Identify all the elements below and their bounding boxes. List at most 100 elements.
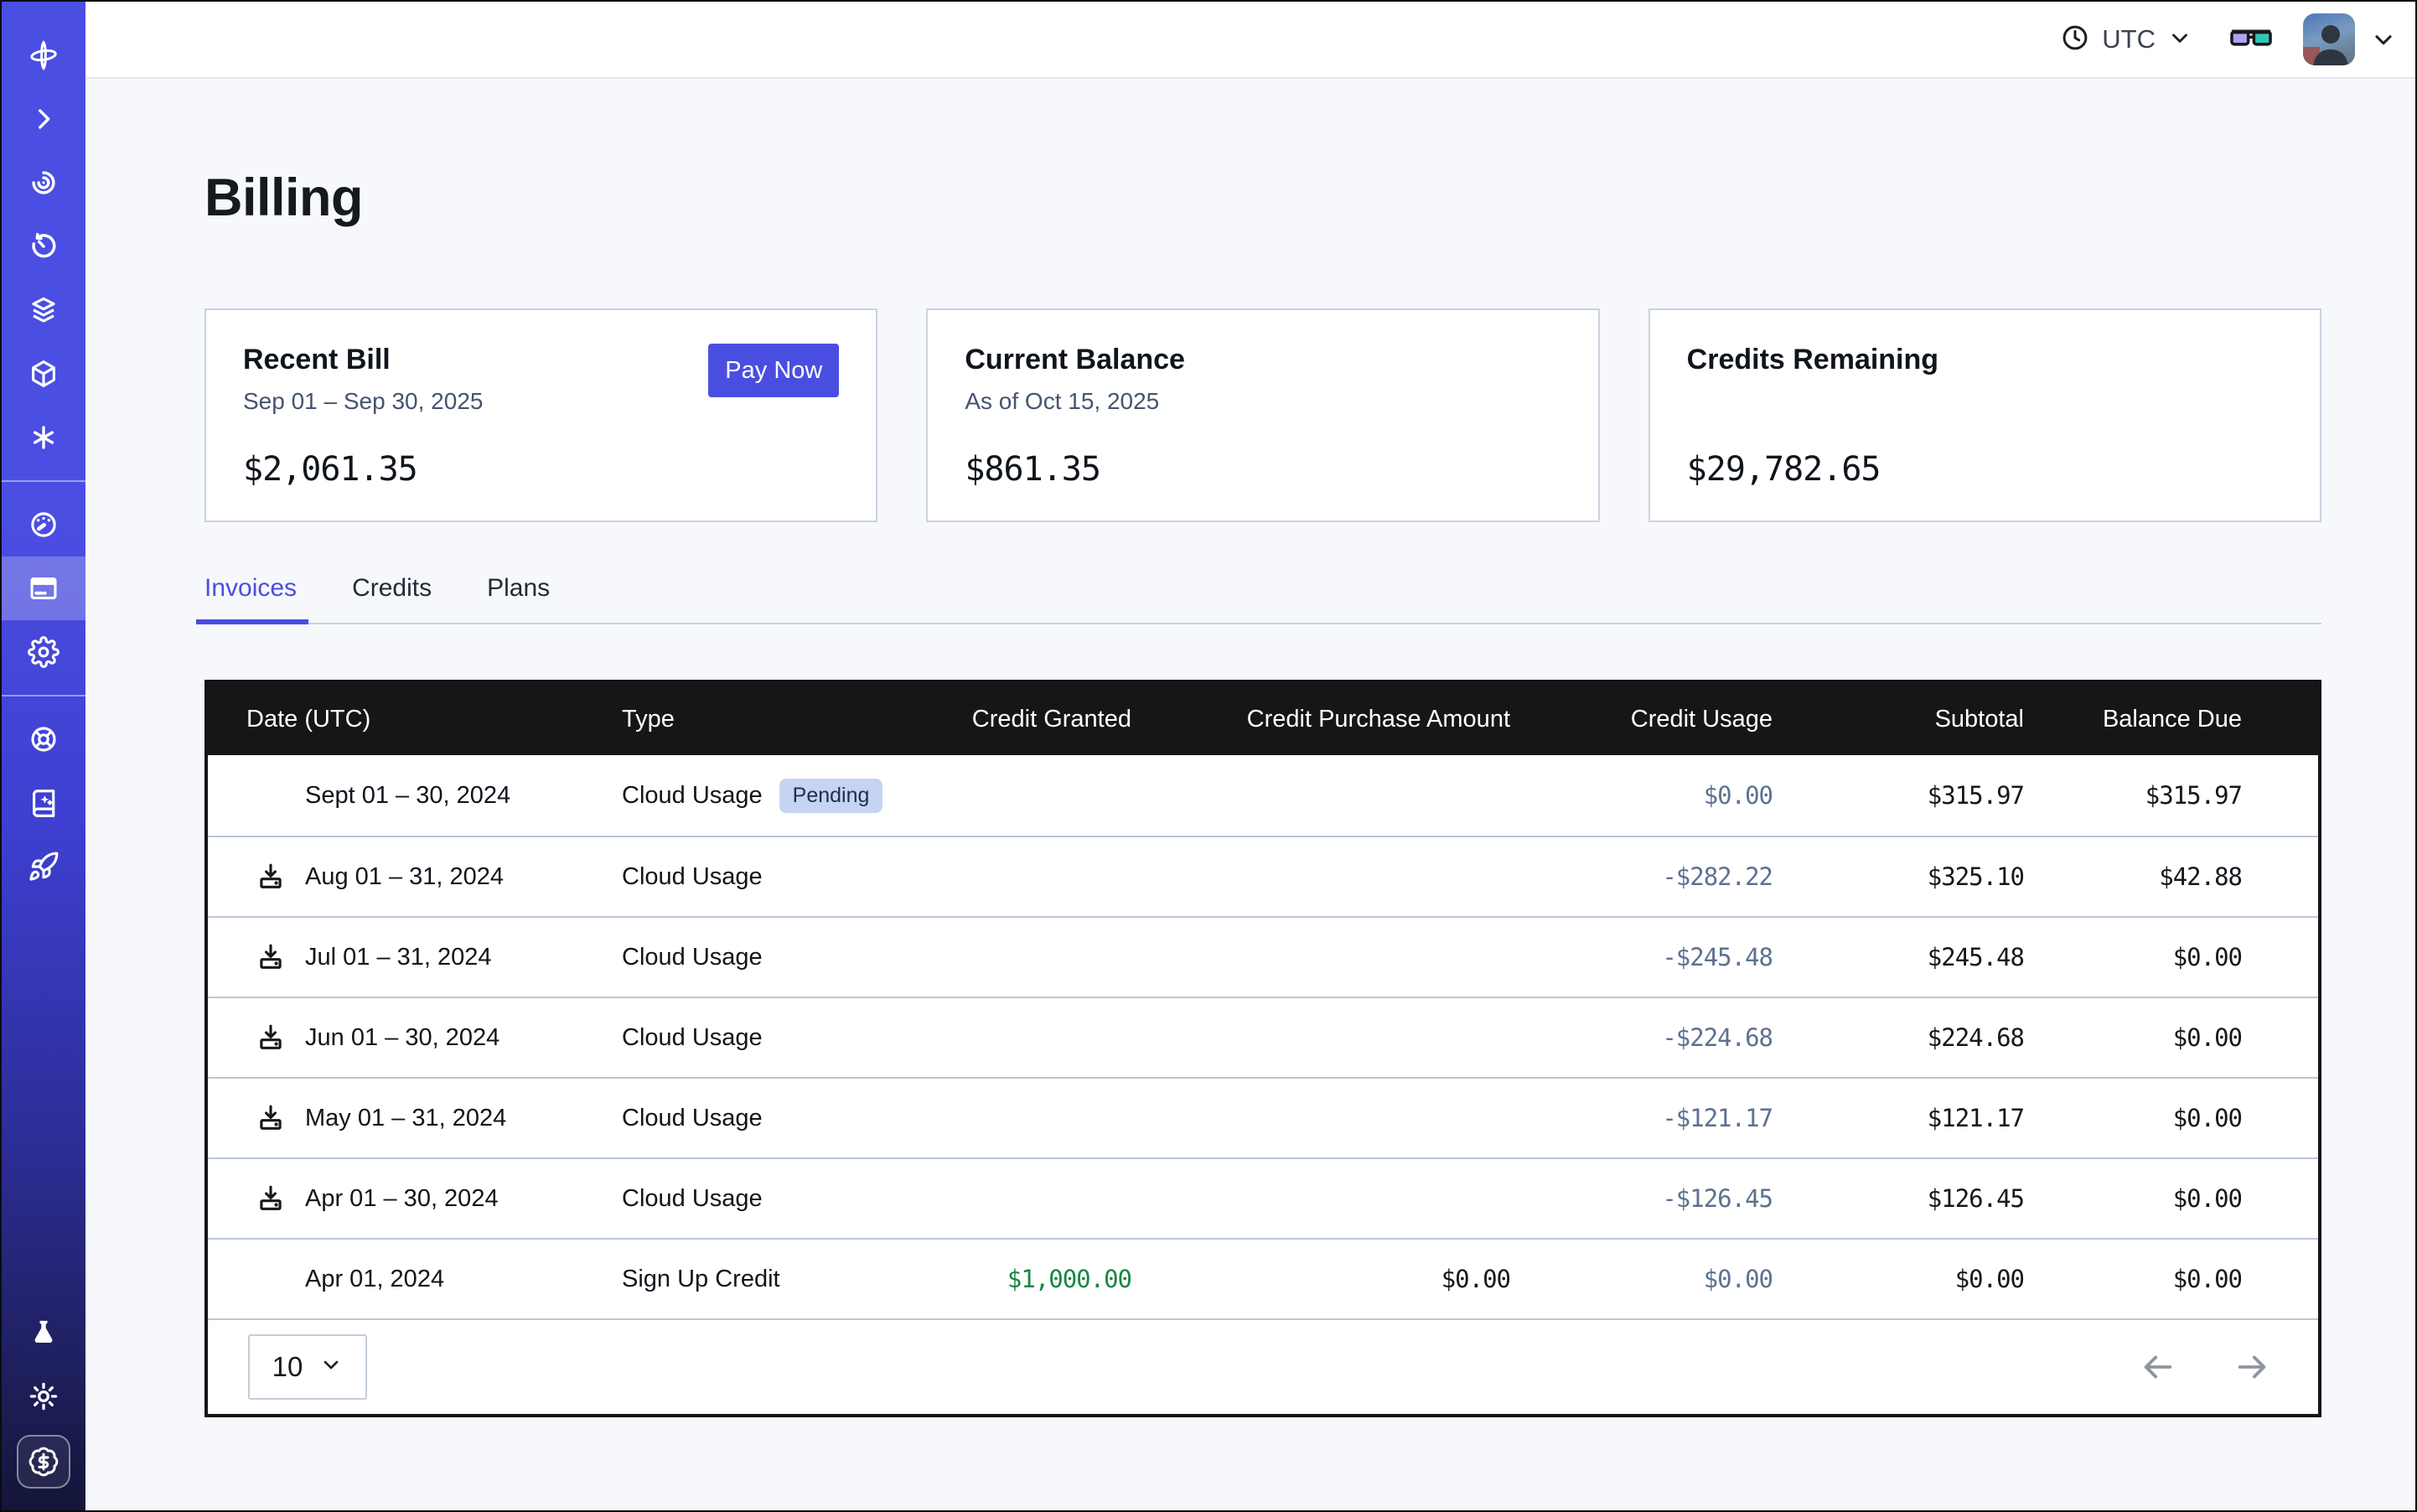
invoice-date: Apr 01 – 30, 2024 xyxy=(305,1185,499,1213)
column-header-credit-usage: Credit Usage xyxy=(1510,706,1773,733)
page-content: Billing Recent Bill Sep 01 – Sep 30, 202… xyxy=(85,79,2415,1510)
tab-invoices[interactable]: Invoices xyxy=(204,574,297,623)
column-header-type: Type xyxy=(622,706,915,733)
credit-usage-value: -$121.17 xyxy=(1510,1104,1773,1132)
card-title: Current Balance xyxy=(965,344,1560,376)
sidebar-divider xyxy=(2,480,85,482)
invoice-date: Apr 01, 2024 xyxy=(305,1266,444,1293)
sidebar-item-docs[interactable] xyxy=(2,771,85,835)
card-subtitle: As of Oct 15, 2025 xyxy=(965,388,1560,415)
download-slot-empty xyxy=(255,1263,287,1295)
modal-logo-icon xyxy=(27,39,60,72)
credit-usage-value: $0.00 xyxy=(1510,781,1773,810)
download-invoice-button[interactable] xyxy=(255,1183,287,1214)
credit-usage-value: -$224.68 xyxy=(1510,1023,1773,1052)
avatar[interactable] xyxy=(2303,13,2355,65)
credit-usage-value: -$282.22 xyxy=(1510,862,1773,891)
sidebar-item-logo[interactable] xyxy=(2,23,85,87)
card-title: Credits Remaining xyxy=(1687,344,2283,376)
invoice-type: Cloud Usage xyxy=(622,1105,763,1132)
table-row: Jun 01 – 30, 2024 Cloud Usage -$224.68 $… xyxy=(208,997,2318,1077)
sidebar-item-support[interactable] xyxy=(2,707,85,771)
credit-usage-value: $0.00 xyxy=(1510,1265,1773,1293)
subtotal-value: $126.45 xyxy=(1773,1184,2024,1213)
cube-icon xyxy=(28,358,60,390)
sidebar-item-cube[interactable] xyxy=(2,342,85,406)
invoice-date: Jul 01 – 31, 2024 xyxy=(305,944,492,971)
download-invoice-button[interactable] xyxy=(255,861,287,893)
sidebar-bottom-group xyxy=(2,1301,85,1510)
current-balance-amount: $861.35 xyxy=(965,450,1100,489)
credits-badge-button[interactable] xyxy=(17,1435,70,1489)
sidebar-item-usage[interactable] xyxy=(2,493,85,557)
column-header-balance-due: Balance Due xyxy=(2024,706,2242,733)
subtotal-value: $0.00 xyxy=(1773,1265,2024,1293)
invoice-type: Sign Up Credit xyxy=(622,1266,780,1293)
chevron-down-icon xyxy=(319,1351,343,1383)
credits-remaining-card: Credits Remaining $29,782.65 xyxy=(1648,308,2321,522)
invoice-type: Cloud Usage xyxy=(622,782,763,810)
invoice-date: May 01 – 31, 2024 xyxy=(305,1105,506,1132)
timezone-selector[interactable]: UTC xyxy=(2060,23,2192,57)
flask-icon xyxy=(28,1318,59,1348)
sidebar xyxy=(2,2,85,1510)
balance-due-value: $315.97 xyxy=(2024,781,2242,810)
chevron-down-icon xyxy=(2167,25,2192,54)
rocket-icon xyxy=(28,851,60,883)
main-area: UTC xyxy=(85,2,2415,1510)
timezone-label: UTC xyxy=(2102,24,2156,54)
page-size-value: 10 xyxy=(272,1351,303,1383)
invoice-type: Cloud Usage xyxy=(622,863,763,891)
sidebar-item-timer[interactable] xyxy=(2,215,85,278)
recent-bill-amount: $2,061.35 xyxy=(243,450,417,489)
download-invoice-button[interactable] xyxy=(255,1022,287,1054)
download-slot-empty xyxy=(255,779,287,811)
sidebar-item-experiments[interactable] xyxy=(2,1301,85,1364)
invoice-type: Cloud Usage xyxy=(622,944,763,971)
invoices-table: Date (UTC) Type Credit Granted Credit Pu… xyxy=(204,680,2321,1417)
sidebar-item-layers[interactable] xyxy=(2,278,85,342)
subtotal-value: $121.17 xyxy=(1773,1104,2024,1132)
balance-due-value: $0.00 xyxy=(2024,943,2242,971)
balance-due-value: $0.00 xyxy=(2024,1184,2242,1213)
observability-icon xyxy=(28,167,60,199)
current-balance-card: Current Balance As of Oct 15, 2025 $861.… xyxy=(926,308,1599,522)
previous-page-button[interactable] xyxy=(2139,1348,2177,1386)
pagination-bar: 10 xyxy=(208,1318,2318,1414)
tab-plans[interactable]: Plans xyxy=(487,574,550,623)
book-sparkle-icon xyxy=(28,787,60,819)
user-menu-chevron-icon[interactable] xyxy=(2370,26,2397,53)
download-invoice-button[interactable] xyxy=(255,1102,287,1134)
balance-due-value: $0.00 xyxy=(2024,1265,2242,1293)
sidebar-item-theme[interactable] xyxy=(2,1364,85,1428)
topbar: UTC xyxy=(85,2,2415,79)
billing-card-icon xyxy=(28,572,60,604)
subtotal-value: $315.97 xyxy=(1773,781,2024,810)
asterisk-icon xyxy=(28,422,59,453)
column-header-date: Date (UTC) xyxy=(208,706,622,733)
invoice-date: Aug 01 – 31, 2024 xyxy=(305,863,504,891)
sidebar-divider xyxy=(2,695,85,696)
sidebar-item-billing[interactable] xyxy=(2,557,85,620)
tab-credits[interactable]: Credits xyxy=(352,574,432,623)
sidebar-item-collapse[interactable] xyxy=(2,87,85,151)
table-row: May 01 – 31, 2024 Cloud Usage -$121.17 $… xyxy=(208,1077,2318,1157)
sidebar-item-asterisk[interactable] xyxy=(2,406,85,469)
sidebar-item-launch[interactable] xyxy=(2,835,85,898)
invoice-type: Cloud Usage xyxy=(622,1185,763,1213)
page-title: Billing xyxy=(204,168,2415,228)
download-invoice-button[interactable] xyxy=(255,941,287,973)
invoice-date: Jun 01 – 30, 2024 xyxy=(305,1024,499,1052)
sun-icon xyxy=(28,1380,60,1412)
viewer-mode-button[interactable] xyxy=(2229,23,2273,56)
subtotal-value: $224.68 xyxy=(1773,1023,2024,1052)
pay-now-button[interactable]: Pay Now xyxy=(708,344,839,397)
next-page-button[interactable] xyxy=(2233,1348,2271,1386)
clock-icon xyxy=(2060,23,2090,57)
table-row: Jul 01 – 31, 2024 Cloud Usage -$245.48 $… xyxy=(208,916,2318,997)
page-size-select[interactable]: 10 xyxy=(248,1334,367,1400)
sidebar-item-settings[interactable] xyxy=(2,620,85,684)
gear-icon xyxy=(28,636,60,668)
table-row: Aug 01 – 31, 2024 Cloud Usage -$282.22 $… xyxy=(208,836,2318,916)
sidebar-item-observability[interactable] xyxy=(2,151,85,215)
